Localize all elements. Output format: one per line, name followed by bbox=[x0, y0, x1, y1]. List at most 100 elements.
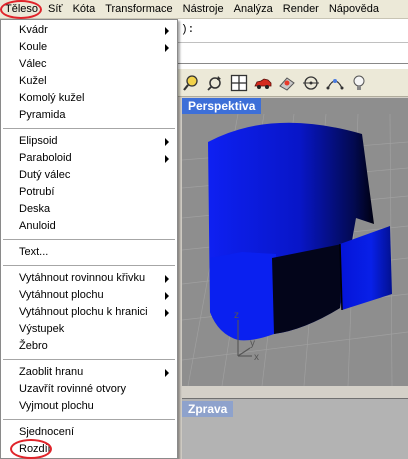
menu-item-label: Rozdíl bbox=[19, 443, 51, 455]
curve-point-icon[interactable] bbox=[324, 72, 346, 94]
menu-item-label: Válec bbox=[19, 58, 47, 70]
menu-teleso[interactable]: Těleso bbox=[0, 1, 43, 18]
menu-item-label: Elipsoid bbox=[19, 135, 58, 147]
menu-separator bbox=[3, 419, 175, 420]
menu-analyza-label: Analýza bbox=[233, 2, 273, 15]
submenu-arrow-icon bbox=[165, 44, 169, 52]
menu-napoveda[interactable]: Nápověda bbox=[324, 1, 384, 18]
menu-item-label: Kvádr bbox=[19, 24, 48, 36]
target-point-icon[interactable] bbox=[300, 72, 322, 94]
menu-item-label: Žebro bbox=[19, 340, 48, 352]
menu-item-label: Dutý válec bbox=[19, 169, 71, 181]
menu-render-label: Render bbox=[282, 2, 319, 15]
submenu-arrow-icon bbox=[165, 309, 169, 317]
menu-kota[interactable]: Kóta bbox=[68, 1, 101, 18]
menu-separator bbox=[3, 359, 175, 360]
axis-y-label: y bbox=[250, 338, 255, 349]
menu-item[interactable]: Sjednocení bbox=[1, 424, 177, 441]
menu-teleso-label: Těleso bbox=[5, 2, 39, 15]
menu-item-label: Pyramida bbox=[19, 109, 66, 121]
menu-item[interactable]: Vytáhnout rovinnou křivku bbox=[1, 270, 177, 287]
menu-render[interactable]: Render bbox=[278, 1, 324, 18]
menu-item[interactable]: Uzavřít rovinné otvory bbox=[1, 381, 177, 398]
four-viewports-icon[interactable] bbox=[228, 72, 250, 94]
menu-sit-label: Síť bbox=[48, 2, 63, 15]
perspective-viewport[interactable]: Perspektiva z x y bbox=[182, 98, 408, 386]
menu-separator bbox=[3, 239, 175, 240]
menu-item-label: Koule bbox=[19, 41, 48, 53]
menu-item[interactable]: Rozdíl bbox=[1, 441, 177, 458]
menu-item[interactable]: Výstupek bbox=[1, 321, 177, 338]
axis-x-label: x bbox=[254, 352, 259, 363]
right-viewport[interactable]: Zprava bbox=[182, 398, 408, 459]
menu-item-label: Potrubí bbox=[19, 186, 55, 198]
menu-item[interactable]: Potrubí bbox=[1, 184, 177, 201]
light-bulb-icon[interactable] bbox=[348, 72, 370, 94]
submenu-arrow-icon bbox=[165, 292, 169, 300]
menu-item[interactable]: Kvádr bbox=[1, 22, 177, 39]
menu-sit[interactable]: Síť bbox=[43, 1, 68, 18]
rotate-icon[interactable] bbox=[204, 72, 226, 94]
command-input[interactable] bbox=[169, 44, 408, 64]
shaded-grid-icon[interactable] bbox=[276, 72, 298, 94]
toolbar bbox=[168, 69, 408, 97]
perspective-scene: z x y bbox=[182, 113, 408, 386]
menu-item[interactable]: Žebro bbox=[1, 338, 177, 355]
menu-item[interactable]: Vytáhnout plochu k hranici bbox=[1, 304, 177, 321]
viewport-separator[interactable] bbox=[168, 386, 408, 398]
cylinder-lower-face bbox=[210, 252, 276, 341]
menu-item[interactable]: Paraboloid bbox=[1, 150, 177, 167]
menu-nastroje-label: Nástroje bbox=[182, 2, 224, 15]
submenu-arrow-icon bbox=[165, 155, 169, 163]
menu-item[interactable]: Pyramida bbox=[1, 107, 177, 124]
axis-z-label: z bbox=[234, 310, 239, 321]
command-history: ): bbox=[169, 19, 408, 43]
menu-item-label: Deska bbox=[19, 203, 51, 215]
command-area: ): bbox=[168, 19, 408, 69]
menu-item-label: Zaoblit hranu bbox=[19, 366, 84, 378]
menu-item-label: Vyjmout plochu bbox=[19, 400, 94, 412]
menu-item[interactable]: Anuloid bbox=[1, 218, 177, 235]
menu-item[interactable]: Elipsoid bbox=[1, 133, 177, 150]
menu-item[interactable]: Deska bbox=[1, 201, 177, 218]
menu-item-label: Kužel bbox=[19, 75, 47, 87]
menu-item-label: Uzavřít rovinné otvory bbox=[19, 383, 126, 395]
menu-item[interactable]: Komolý kužel bbox=[1, 90, 177, 107]
menu-item[interactable]: Vytáhnout plochu bbox=[1, 287, 177, 304]
menu-item[interactable]: Válec bbox=[1, 56, 177, 73]
menu-transformace-label: Transformace bbox=[105, 2, 173, 15]
menu-item-label: Sjednocení bbox=[19, 426, 75, 438]
menu-item-label: Komolý kužel bbox=[19, 92, 85, 104]
cut-inner-face bbox=[272, 244, 342, 334]
menu-separator bbox=[3, 128, 175, 129]
menu-nastroje[interactable]: Nástroje bbox=[178, 1, 229, 18]
car-render-icon[interactable] bbox=[252, 72, 274, 94]
menu-item-label: Vytáhnout rovinnou křivku bbox=[19, 272, 146, 284]
menu-napoveda-label: Nápověda bbox=[328, 2, 379, 15]
zoom-icon[interactable] bbox=[180, 72, 202, 94]
menu-separator bbox=[3, 265, 175, 266]
submenu-arrow-icon bbox=[165, 138, 169, 146]
right-viewport-title[interactable]: Zprava bbox=[182, 401, 234, 417]
menu-item-label: Text... bbox=[19, 246, 49, 258]
submenu-arrow-icon bbox=[165, 275, 169, 283]
menu-item-label: Paraboloid bbox=[19, 152, 72, 164]
submenu-arrow-icon bbox=[165, 27, 169, 35]
teleso-dropdown-menu: Kvádr Koule Válec Kužel Komolý kužel Pyramida… bbox=[0, 19, 178, 459]
menu-item-label: Vytáhnout plochu k hranici bbox=[19, 306, 148, 318]
menu-bar: Těleso Síť Kóta Transformace Nástroje An… bbox=[0, 0, 408, 19]
submenu-arrow-icon bbox=[165, 369, 169, 377]
menu-item-label: Anuloid bbox=[19, 220, 56, 232]
menu-item[interactable]: Koule bbox=[1, 39, 177, 56]
menu-item[interactable]: Text... bbox=[1, 244, 177, 261]
menu-transformace[interactable]: Transformace bbox=[100, 1, 177, 18]
menu-analyza[interactable]: Analýza bbox=[229, 1, 278, 18]
menu-item[interactable]: Dutý válec bbox=[1, 167, 177, 184]
menu-item-label: Výstupek bbox=[19, 323, 65, 335]
menu-item-label: Vytáhnout plochu bbox=[19, 289, 104, 301]
menu-kota-label: Kóta bbox=[72, 2, 96, 15]
menu-item[interactable]: Zaoblit hranu bbox=[1, 364, 177, 381]
menu-item[interactable]: Vyjmout plochu bbox=[1, 398, 177, 415]
menu-item[interactable]: Kužel bbox=[1, 73, 177, 90]
perspective-viewport-title[interactable]: Perspektiva bbox=[182, 98, 262, 114]
